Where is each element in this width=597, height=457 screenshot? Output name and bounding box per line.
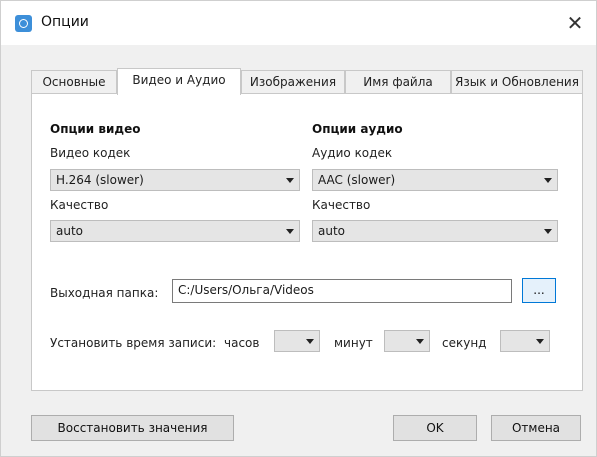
restore-defaults-button[interactable]: Восстановить значения [31,415,234,441]
audio-quality-select[interactable]: auto [312,220,558,242]
tab-label: Видео и Аудио [132,73,226,87]
output-folder-input[interactable]: C:/Users/Ольга/Videos [172,279,512,303]
hours-select[interactable] [274,330,320,352]
browse-button-label: ... [533,283,545,297]
chevron-down-icon [544,178,552,183]
chevron-down-icon [306,339,314,344]
audio-codec-select[interactable]: AAC (slower) [312,169,558,191]
ok-button[interactable]: OK [393,415,477,441]
audio-codec-value: AAC (slower) [318,173,396,187]
output-folder-label: Выходная папка: [50,286,159,300]
tab-label: Основные [42,75,106,89]
window-title: Опции [41,14,89,30]
video-codec-select[interactable]: H.264 (slower) [50,169,300,191]
close-button[interactable]: ✕ [560,9,590,37]
audio-codec-label: Аудио кодек [312,146,393,160]
options-dialog: Опции ✕ Основные Видео и Аудио Изображен… [0,0,597,457]
video-quality-select[interactable]: auto [50,220,300,242]
output-folder-value: C:/Users/Ольга/Videos [178,283,314,297]
tab-language-updates[interactable]: Язык и Обновления [451,70,583,94]
seconds-label: секунд [442,336,487,350]
minutes-label: минут [334,336,373,350]
tab-label: Имя файла [363,75,433,89]
tab-general[interactable]: Основные [31,70,117,94]
chevron-down-icon [536,339,544,344]
tab-panel-video-audio: Опции видео Видео кодек H.264 (slower) К… [31,93,583,391]
cancel-button[interactable]: Отмена [491,415,581,441]
video-codec-label: Видео кодек [50,146,131,160]
minutes-select[interactable] [384,330,430,352]
chevron-down-icon [544,229,552,234]
video-quality-label: Качество [50,198,109,212]
hours-label: часов [224,336,260,350]
browse-folder-button[interactable]: ... [522,278,556,303]
app-icon [15,15,32,32]
audio-quality-label: Качество [312,198,371,212]
video-options-heading: Опции видео [50,122,141,136]
tab-label: Изображения [249,75,337,89]
audio-options-heading: Опции аудио [312,122,403,136]
close-icon: ✕ [566,11,584,35]
record-time-label: Установить время записи: [50,336,217,350]
tab-images[interactable]: Изображения [241,70,345,94]
restore-defaults-label: Восстановить значения [57,421,208,435]
tab-video-audio[interactable]: Видео и Аудио [117,68,241,95]
ok-label: OK [426,421,444,435]
chevron-down-icon [286,178,294,183]
tab-filename[interactable]: Имя файла [345,70,451,94]
video-codec-value: H.264 (slower) [56,173,144,187]
video-quality-value: auto [56,224,84,238]
title-bar: Опции ✕ [1,1,596,45]
chevron-down-icon [416,339,424,344]
tab-label: Язык и Обновления [455,75,579,89]
cancel-label: Отмена [511,421,561,435]
chevron-down-icon [286,229,294,234]
seconds-select[interactable] [500,330,550,352]
audio-quality-value: auto [318,224,346,238]
